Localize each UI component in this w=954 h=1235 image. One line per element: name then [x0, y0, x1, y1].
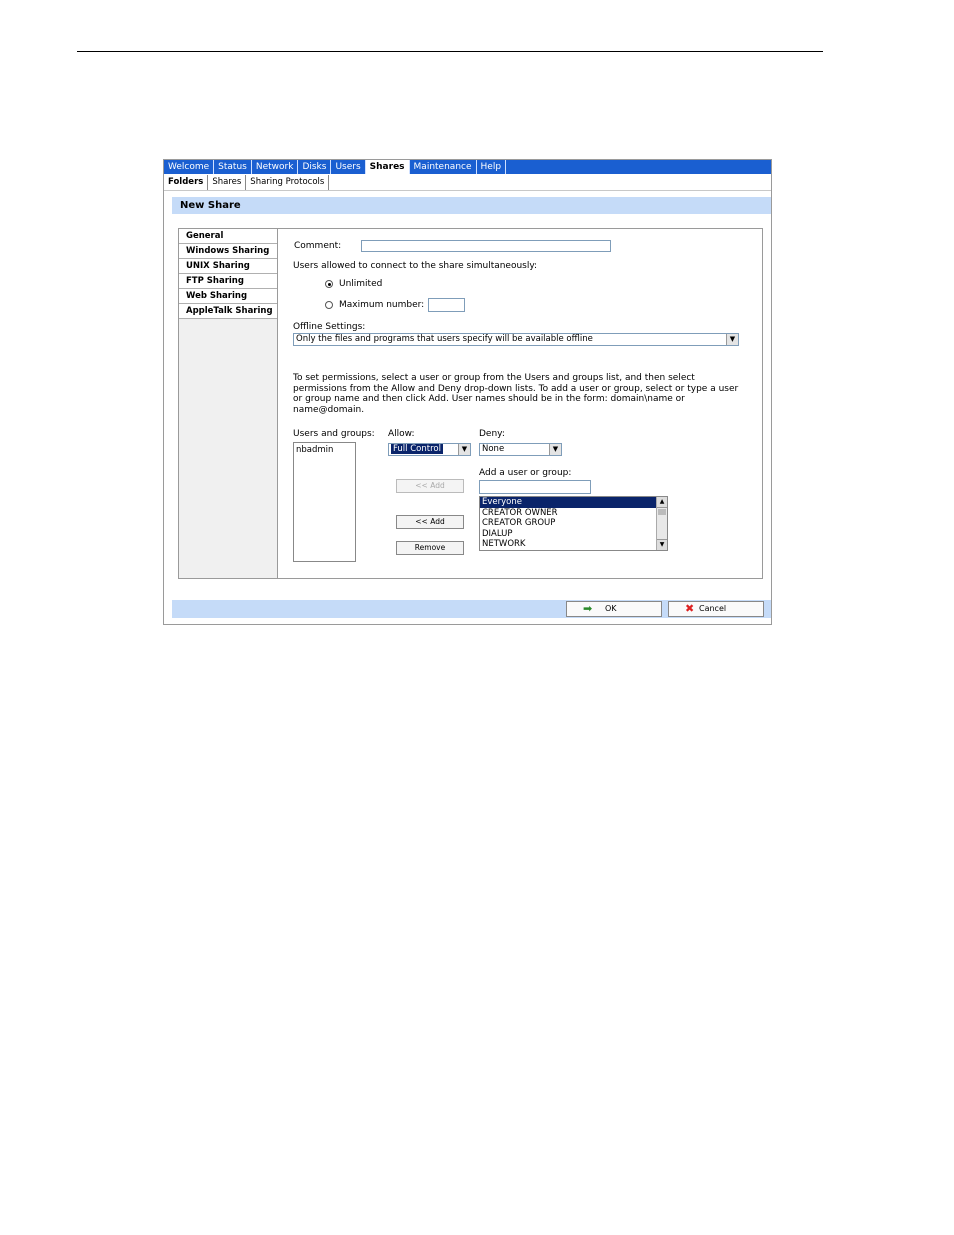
page-title: New Share: [180, 200, 241, 211]
page-title-bar: New Share: [172, 197, 771, 214]
allow-select[interactable]: Full Control ▼: [388, 443, 471, 456]
max-number-input[interactable]: [428, 298, 465, 312]
tab-status[interactable]: Status: [214, 160, 252, 174]
subtab-shares[interactable]: Shares: [208, 175, 247, 190]
subtab-sharing-protocols[interactable]: Sharing Protocols: [246, 175, 330, 190]
users-groups-label: Users and groups:: [293, 429, 375, 439]
offline-settings-select[interactable]: Only the files and programs that users s…: [293, 333, 739, 346]
list-item[interactable]: nbadmin: [294, 445, 355, 456]
list-item[interactable]: CREATOR GROUP: [480, 518, 667, 529]
users-allowed-label: Users allowed to connect to the share si…: [293, 261, 538, 271]
deny-select[interactable]: None ▼: [479, 443, 562, 456]
cancel-button[interactable]: ✖ Cancel: [668, 601, 764, 617]
top-nav: Welcome Status Network Disks Users Share…: [164, 160, 771, 174]
footer-bar: ➡ OK ✖ Cancel: [172, 600, 771, 618]
tab-network[interactable]: Network: [252, 160, 299, 174]
cancel-label: Cancel: [699, 604, 727, 613]
chevron-down-icon: ▼: [726, 334, 738, 345]
offline-settings-value: Only the files and programs that users s…: [296, 334, 593, 344]
sidebar-item-general[interactable]: General: [179, 229, 277, 244]
sidebar: General Windows Sharing UNIX Sharing FTP…: [179, 229, 278, 578]
page-header-rule: [77, 51, 823, 52]
scroll-down-icon[interactable]: ▼: [657, 539, 667, 550]
max-number-label: Maximum number:: [339, 300, 425, 310]
tab-help[interactable]: Help: [477, 160, 507, 174]
remove-button[interactable]: Remove: [396, 541, 464, 555]
tab-disks[interactable]: Disks: [298, 160, 332, 174]
unlimited-label: Unlimited: [339, 279, 383, 289]
chevron-down-icon: ▼: [458, 444, 470, 455]
close-icon: ✖: [685, 602, 695, 615]
sidebar-item-unix-sharing[interactable]: UNIX Sharing: [179, 259, 277, 274]
subtab-folders[interactable]: Folders: [164, 175, 209, 190]
allow-value: Full Control: [390, 444, 444, 455]
add-button[interactable]: << Add: [396, 515, 464, 529]
sidebar-item-appletalk-sharing[interactable]: AppleTalk Sharing: [179, 304, 277, 319]
group-list[interactable]: Everyone CREATOR OWNER CREATOR GROUP DIA…: [479, 496, 668, 551]
add-user-label: Add a user or group:: [479, 468, 572, 478]
scroll-thumb[interactable]: [658, 509, 666, 515]
add-button-disabled[interactable]: << Add: [396, 479, 464, 493]
max-number-radio[interactable]: [325, 301, 333, 309]
tab-shares[interactable]: Shares: [365, 160, 410, 174]
ok-label: OK: [605, 604, 617, 613]
comment-input[interactable]: [361, 240, 611, 252]
share-panel: General Windows Sharing UNIX Sharing FTP…: [178, 228, 763, 579]
unlimited-radio[interactable]: [325, 280, 333, 288]
tab-maintenance[interactable]: Maintenance: [410, 160, 477, 174]
scroll-up-icon[interactable]: ▲: [657, 497, 667, 508]
list-item[interactable]: NETWORK: [480, 539, 667, 550]
chevron-down-icon: ▼: [549, 444, 561, 455]
deny-label: Deny:: [479, 429, 505, 439]
deny-value: None: [482, 444, 505, 454]
allow-label: Allow:: [388, 429, 415, 439]
comment-label: Comment:: [294, 241, 342, 251]
sub-nav: Folders Shares Sharing Protocols: [164, 175, 330, 190]
arrow-right-icon: ➡: [583, 602, 593, 615]
sidebar-item-web-sharing[interactable]: Web Sharing: [179, 289, 277, 304]
admin-window: Welcome Status Network Disks Users Share…: [163, 159, 772, 625]
group-list-scrollbar[interactable]: ▲ ▼: [656, 497, 667, 550]
list-item[interactable]: CREATOR OWNER: [480, 508, 667, 519]
users-groups-list[interactable]: nbadmin: [293, 442, 356, 562]
tab-welcome[interactable]: Welcome: [164, 160, 215, 174]
list-item[interactable]: DIALUP: [480, 529, 667, 540]
subnav-divider: [164, 190, 771, 191]
sidebar-item-windows-sharing[interactable]: Windows Sharing: [179, 244, 277, 259]
sidebar-item-ftp-sharing[interactable]: FTP Sharing: [179, 274, 277, 289]
list-item[interactable]: Everyone: [480, 497, 667, 508]
tab-users[interactable]: Users: [331, 160, 366, 174]
permissions-instructions: To set permissions, select a user or gro…: [293, 373, 739, 415]
ok-button[interactable]: ➡ OK: [566, 601, 662, 617]
form-content: Comment: Users allowed to connect to the…: [278, 229, 762, 578]
add-user-input[interactable]: [479, 480, 591, 494]
offline-settings-label: Offline Settings:: [293, 322, 366, 332]
